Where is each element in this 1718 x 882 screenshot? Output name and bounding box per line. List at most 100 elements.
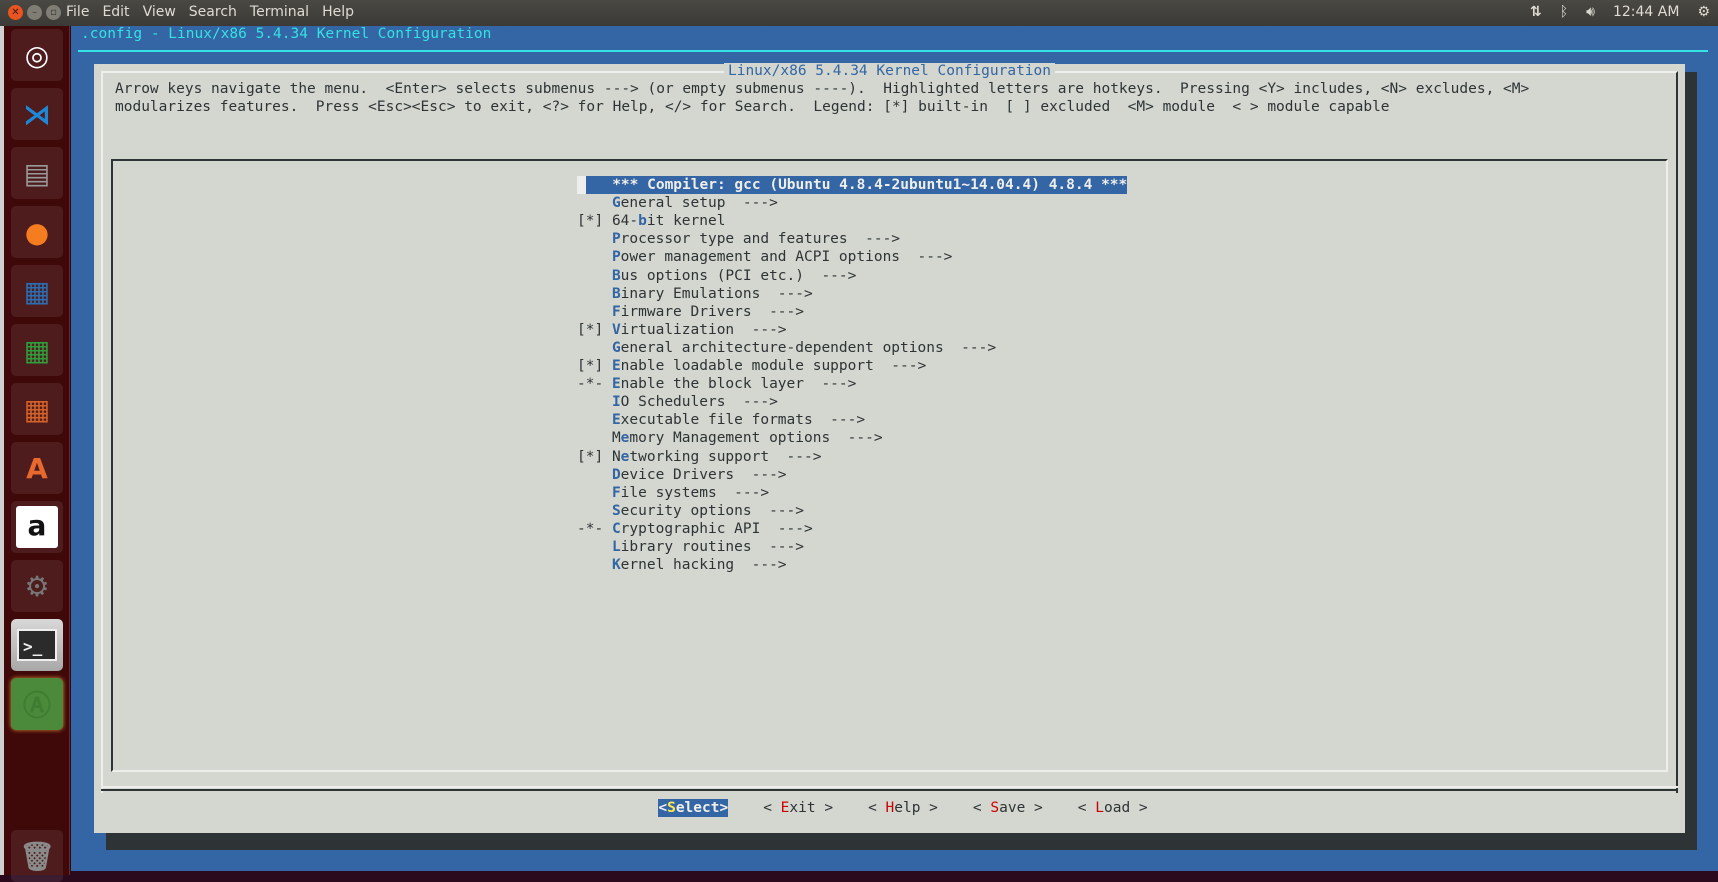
button-bracket: <	[763, 800, 781, 816]
item-text: ecurity options --->	[620, 502, 804, 519]
item-state	[577, 304, 603, 320]
menu-item[interactable]: Device Drivers --->	[577, 466, 787, 484]
item-state	[577, 430, 603, 446]
menu-file[interactable]: File	[66, 4, 89, 20]
item-text: evice Drivers --->	[620, 466, 787, 483]
button-label: elect>	[675, 800, 729, 816]
item-text: nable loadable module support --->	[620, 358, 927, 374]
launcher-terminal[interactable]: >_	[11, 619, 63, 671]
launcher-software-updater[interactable]: Ⓐ	[11, 678, 63, 730]
item-state	[577, 557, 603, 573]
menu-edit[interactable]: Edit	[102, 4, 129, 20]
button-hotkey: S	[990, 800, 1000, 816]
button-label: elp >	[894, 800, 938, 816]
item-hotkey: C	[611, 520, 621, 537]
item-hotkey: L	[611, 539, 621, 555]
button-hotkey: L	[1095, 800, 1104, 816]
menu-item[interactable]: [*] Networking support --->	[577, 448, 821, 466]
launcher-files[interactable]: ▤	[11, 147, 63, 199]
item-hotkey: P	[611, 231, 621, 248]
launcher-trash[interactable]: 🗑︎	[11, 830, 63, 882]
window-title: .config - Linux/x86 5.4.34 Kernel Config…	[81, 26, 492, 42]
item-hotkey: G	[611, 195, 621, 212]
menu-item[interactable]: [*] Enable loadable module support --->	[577, 357, 926, 375]
item-state	[577, 539, 603, 555]
menu-item[interactable]: [*] Virtualization --->	[577, 321, 787, 339]
title-underline	[78, 50, 1708, 52]
menu-item[interactable]: File systems --->	[577, 484, 769, 502]
menu-item[interactable]: Processor type and features --->	[577, 230, 900, 248]
item-text: O Schedulers --->	[620, 394, 778, 411]
launcher-ubuntu-dash[interactable]: ◎	[11, 29, 63, 81]
power-gear-icon[interactable]: ⚙	[1697, 4, 1710, 20]
menu-item[interactable]: Binary Emulations --->	[577, 285, 813, 303]
menu-item[interactable]: Security options --->	[577, 502, 804, 520]
item-hotkey: P	[611, 249, 621, 266]
updater-icon: Ⓐ	[22, 689, 51, 722]
item-text: mory Management options --->	[629, 430, 883, 447]
help-button[interactable]: < Help >	[868, 799, 938, 817]
clock[interactable]: 12:44 AM	[1613, 4, 1679, 20]
terminal-window[interactable]: .config - Linux/x86 5.4.34 Kernel Config…	[71, 26, 1718, 871]
menu-item[interactable]: Kernel hacking --->	[577, 556, 787, 574]
launcher-vscode[interactable]: ⋊	[11, 88, 63, 140]
menu-item[interactable]: IO Schedulers --->	[577, 393, 778, 411]
item-state: [*]	[577, 213, 604, 230]
select-button[interactable]: <Select>	[658, 799, 729, 817]
button-hotkey: H	[885, 800, 895, 816]
item-hotkey: S	[611, 502, 621, 519]
launcher-software-center[interactable]: A	[11, 442, 63, 494]
menu-item-compiler-selected[interactable]: *** Compiler: gcc (Ubuntu 4.8.4-2ubuntu1…	[577, 176, 1128, 194]
menu-item[interactable]: Executable file formats --->	[577, 411, 865, 429]
menu-view[interactable]: View	[143, 4, 176, 20]
menu-search[interactable]: Search	[189, 4, 237, 20]
load-button[interactable]: < Load >	[1078, 799, 1148, 817]
menu-terminal[interactable]: Terminal	[250, 4, 309, 20]
menu-help[interactable]: Help	[322, 4, 354, 20]
item-state	[577, 412, 603, 428]
item-text: us options (PCI etc.) --->	[620, 267, 857, 284]
kernel-config-dialog: Linux/x86 5.4.34 Kernel Configuration Ar…	[94, 63, 1685, 833]
item-text: ower management and ACPI options --->	[620, 249, 953, 266]
item-state	[577, 195, 603, 211]
impress-icon: ▦	[23, 392, 51, 426]
menu-item[interactable]: Bus options (PCI etc.) --->	[577, 267, 856, 285]
launcher-amazon[interactable]: a	[11, 501, 63, 553]
item-hotkey: F	[611, 303, 621, 320]
menu-item[interactable]: [*] 64-bit kernel	[577, 212, 725, 230]
item-text: xecutable file formats --->	[620, 412, 866, 429]
menu-item[interactable]: Memory Management options --->	[577, 429, 883, 447]
writer-icon: ▦	[23, 274, 51, 308]
bluetooth-icon[interactable]: ᛒ	[1560, 4, 1568, 20]
menu-list: *** Compiler: gcc (Ubuntu 4.8.4-2ubuntu1…	[111, 159, 1668, 772]
close-window-button[interactable]: ✕	[8, 5, 23, 20]
launcher-system-settings[interactable]: ⚙	[11, 560, 63, 612]
button-bracket: <	[868, 800, 886, 816]
item-text: eneral setup --->	[620, 195, 778, 212]
volume-icon[interactable]: 🔊︎	[1586, 4, 1595, 20]
launcher-libreoffice-calc[interactable]: ▦	[11, 324, 63, 376]
launcher-libreoffice-writer[interactable]: ▦	[11, 265, 63, 317]
trash-icon: 🗑︎	[19, 839, 55, 873]
menu-item[interactable]: General setup --->	[577, 194, 778, 212]
menu-item[interactable]: Power management and ACPI options --->	[577, 248, 952, 266]
item-state: -*-	[577, 376, 604, 393]
button-label: oad >	[1103, 800, 1148, 816]
button-bracket: <	[1077, 800, 1096, 816]
item-text: M	[611, 430, 621, 447]
menu-item[interactable]: Library routines --->	[577, 538, 804, 556]
menu-item[interactable]: General architecture-dependent options -…	[577, 339, 996, 357]
launcher-firefox[interactable]: ●	[11, 206, 63, 258]
network-updown-icon[interactable]: ⇅	[1530, 4, 1542, 20]
shopping-bag-icon: A	[26, 451, 48, 485]
menu-item[interactable]: Firmware Drivers --->	[577, 303, 804, 321]
menu-item[interactable]: -*- Enable the block layer --->	[577, 375, 856, 393]
maximize-window-button[interactable]: ▫	[46, 5, 61, 20]
menu-item[interactable]: -*- Cryptographic API --->	[577, 520, 813, 538]
launcher-libreoffice-impress[interactable]: ▦	[11, 383, 63, 435]
minimize-window-button[interactable]: –	[27, 5, 42, 20]
item-state: [*]	[577, 321, 604, 338]
exit-button[interactable]: < Exit >	[763, 799, 833, 817]
item-hotkey: E	[611, 358, 621, 374]
save-button[interactable]: < Save >	[973, 799, 1043, 817]
